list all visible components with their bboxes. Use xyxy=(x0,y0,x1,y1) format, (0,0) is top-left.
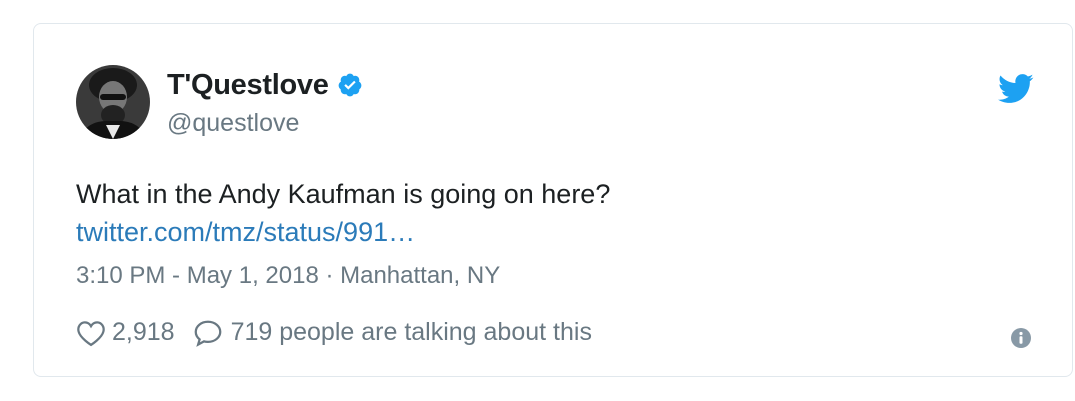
avatar-image xyxy=(76,65,150,139)
tweet-timestamp-location[interactable]: 3:10 PM - May 1, 2018 · Manhattan, NY xyxy=(76,262,500,290)
speech-bubble-icon xyxy=(194,320,221,347)
like-button[interactable]: 2,918 xyxy=(76,318,175,347)
tweet-link[interactable]: twitter.com/tmz/status/991… xyxy=(76,213,1026,251)
display-name-row: T'Questlove xyxy=(167,69,363,101)
verified-badge-icon xyxy=(337,72,363,98)
tweet-actions: 2,918 719 people are talking about this xyxy=(76,318,592,347)
twitter-bird-icon[interactable] xyxy=(998,74,1034,104)
tweet-text: What in the Andy Kaufman is going on her… xyxy=(76,179,611,209)
reply-button[interactable]: 719 people are talking about this xyxy=(193,318,592,347)
avatar[interactable] xyxy=(76,65,150,139)
author-display-name[interactable]: T'Questlove xyxy=(167,69,329,102)
like-count: 2,918 xyxy=(112,318,175,346)
tweet-body: What in the Andy Kaufman is going on her… xyxy=(76,175,1026,251)
conversation-count: 719 people are talking about this xyxy=(230,318,592,346)
author-block: T'Questlove @questlove xyxy=(167,69,363,138)
info-icon[interactable] xyxy=(1010,327,1032,349)
author-handle[interactable]: @questlove xyxy=(167,109,363,138)
heart-icon xyxy=(77,320,105,346)
embedded-tweet-card: T'Questlove @questlove What in the Andy … xyxy=(33,23,1073,377)
